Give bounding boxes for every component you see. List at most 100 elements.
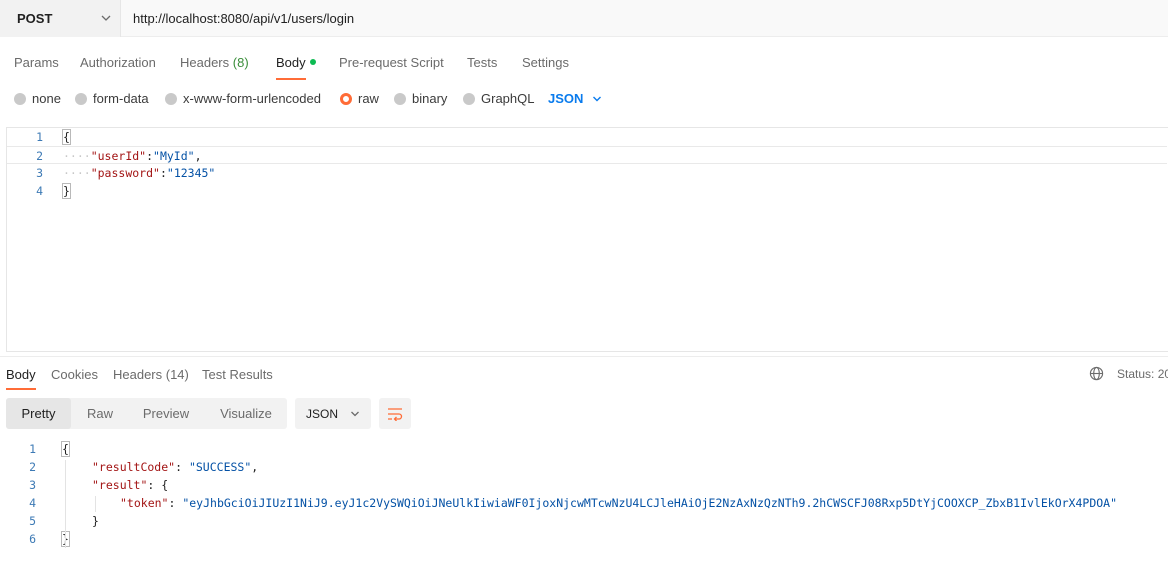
tab-headers[interactable]: Headers (8) [180,55,249,70]
tab-headers-count: (8) [232,55,249,70]
code-line: 1 { [0,440,1160,458]
whitespace-marker: ···· [63,166,91,180]
json-value: "MyId" [153,149,195,163]
tab-settings[interactable]: Settings [522,55,569,70]
radio-circle-icon [14,92,26,105]
status-text: Status: 20 [1117,366,1168,381]
request-tabs: Params Authorization Headers (8) Body Pr… [0,48,1168,80]
json-bracket: { [161,478,169,492]
line-content: { [61,441,70,457]
json-separator: : [168,496,183,510]
json-key: "password" [90,166,160,180]
radio-urlencoded-label: x-www-form-urlencoded [183,91,321,106]
language-select-label: JSON [548,91,584,106]
code-line: 4 "token": "eyJhbGciOiJIUzI1NiJ9.eyJ1c2V… [0,494,1160,512]
line-content: ····"password":"12345" [63,166,215,180]
method-select[interactable]: POST [0,0,121,37]
line-number: 3 [29,478,36,492]
json-key: "userId" [90,149,147,163]
json-separator: : [175,460,189,474]
json-value: "eyJhbGciOiJIUzI1NiJ9.eyJ1c2VySWQiOiJNeU… [182,496,1118,510]
radio-binary[interactable]: binary [394,91,447,106]
globe-icon[interactable] [1089,366,1104,381]
view-pretty-button[interactable]: Pretty [6,398,71,429]
radio-form-data[interactable]: form-data [75,91,149,106]
radio-urlencoded[interactable]: x-www-form-urlencoded [165,91,321,106]
response-tab-test-results[interactable]: Test Results [202,367,273,382]
json-value: "12345" [166,166,216,180]
radio-selected-icon [340,92,352,105]
line-content: "token": "eyJhbGciOiJIUzI1NiJ9.eyJ1c2VyS… [120,496,1117,510]
code-line: 1 { [7,128,1167,146]
chevron-down-icon [101,15,111,21]
json-bracket: } [92,514,99,528]
radio-raw-label: raw [358,91,379,106]
tab-headers-label: Headers [180,55,230,70]
line-number: 4 [29,496,36,510]
json-separator: : [147,478,162,492]
radio-raw[interactable]: raw [340,91,379,106]
json-key: "result" [92,478,148,492]
json-key: "resultCode" [92,460,176,474]
active-dot-icon [309,58,316,65]
method-label: POST [17,11,53,26]
tab-pre-request-script[interactable]: Pre-request Script [339,55,444,70]
chevron-down-icon [351,411,359,416]
line-number: 2 [36,149,43,163]
url-input[interactable]: http://localhost:8080/api/v1/users/login [133,11,354,26]
tab-authorization[interactable]: Authorization [80,55,156,70]
response-tab-cookies[interactable]: Cookies [51,367,98,382]
response-body-viewer: 1 { 2 "resultCode": "SUCCESS", 3 "result… [0,440,1168,570]
json-comma: , [194,149,202,163]
line-number: 1 [29,442,36,456]
code-line: 3 ····"password":"12345" [7,164,1167,182]
json-separator: : [159,166,167,180]
radio-graphql[interactable]: GraphQL [463,91,534,106]
response-tab-body[interactable]: Body [6,367,36,382]
radio-form-data-label: form-data [93,91,149,106]
line-content: } [92,514,99,528]
line-content: "resultCode": "SUCCESS", [92,460,258,474]
view-visualize-button[interactable]: Visualize [212,398,280,429]
radio-binary-label: binary [412,91,448,106]
radio-circle-icon [165,92,177,105]
line-content: { [62,129,71,145]
request-body-editor[interactable]: 1 { 2 ····"userId":"MyId", 3 ····"passwo… [6,127,1168,352]
radio-circle-icon [463,92,475,105]
response-divider[interactable] [0,356,1168,357]
indent-guide [95,496,96,512]
wrap-lines-button[interactable] [379,398,411,429]
response-format-select[interactable]: JSON [295,398,371,429]
tab-tests[interactable]: Tests [467,55,497,70]
code-line: 4 } [7,182,1167,200]
code-line: 6 } [0,530,1160,548]
response-tab-headers[interactable]: Headers (14) [113,367,189,382]
radio-none[interactable]: none [14,91,61,106]
line-number: 6 [29,532,36,546]
line-content: } [62,183,71,199]
line-number: 5 [29,514,36,528]
tab-body-label: Body [276,55,306,70]
response-tabs: Body Cookies Headers (14) Test Results S… [0,360,1168,390]
code-line: 3 "result": { [0,476,1160,494]
tab-params[interactable]: Params [14,55,59,70]
line-content: "result": { [92,478,168,492]
json-key: "token" [120,496,169,510]
indent-guide [65,460,66,548]
radio-graphql-label: GraphQL [481,91,535,106]
language-select[interactable]: JSON [548,91,602,106]
response-view-mode: Pretty Raw Preview Visualize [6,398,287,429]
line-number: 2 [29,460,36,474]
bracket: } [62,183,71,199]
line-content: ····"userId":"MyId", [63,149,202,163]
json-comma: , [251,460,259,474]
view-preview-button[interactable]: Preview [132,398,200,429]
line-number: 1 [36,130,43,144]
view-raw-button[interactable]: Raw [77,398,123,429]
code-line: 2 ····"userId":"MyId", [7,146,1167,164]
active-tab-indicator [276,78,306,80]
line-number: 4 [36,184,43,198]
line-number: 3 [36,166,43,180]
request-bar: POST http://localhost:8080/api/v1/users/… [0,0,1168,37]
tab-body[interactable]: Body [276,55,316,70]
